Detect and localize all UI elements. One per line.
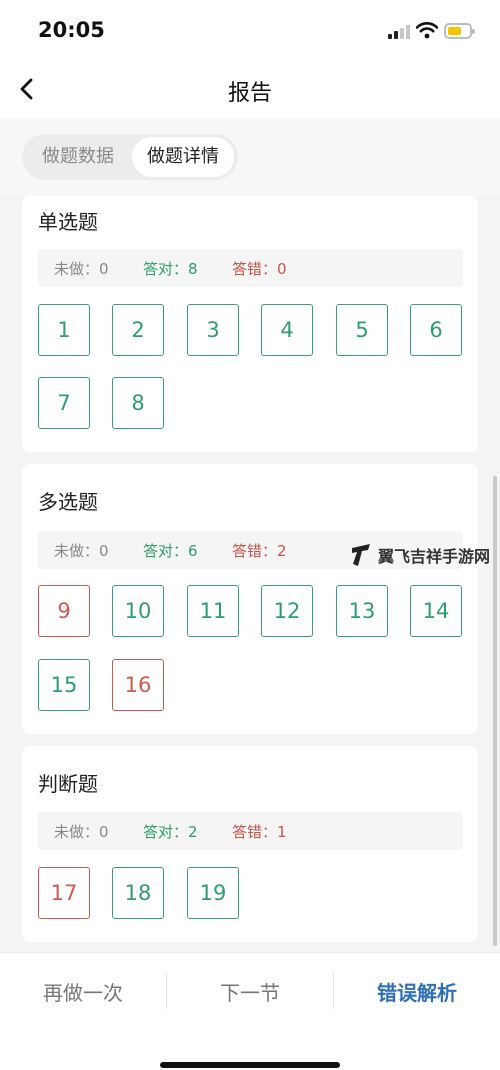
question-button[interactable]: 10 (112, 585, 164, 637)
question-button[interactable]: 9 (38, 585, 90, 637)
watermark-text: 翼飞吉祥手游网 (378, 547, 491, 566)
status-time: 20:05 (38, 18, 105, 42)
status-bar: 20:05 (0, 0, 500, 62)
battery-icon (444, 23, 475, 39)
section-stats: 未做：0 答对：8 答错：0 (38, 249, 463, 287)
wrong-count: 答错：0 (232, 260, 287, 278)
page-title: 报告 (227, 81, 272, 106)
question-button[interactable]: 6 (410, 304, 462, 356)
next-section-button[interactable]: 下一节 (167, 977, 333, 1006)
question-button[interactable]: 14 (410, 585, 462, 637)
cellular-signal-icon (388, 25, 410, 39)
question-button[interactable]: 16 (112, 659, 164, 711)
wrong-count: 答错：2 (232, 542, 287, 560)
undone-count: 未做：0 (54, 542, 109, 560)
redo-button[interactable]: 再做一次 (0, 977, 166, 1006)
undone-count: 未做：0 (54, 823, 109, 841)
question-button[interactable]: 12 (261, 585, 313, 637)
wrong-count: 答错：1 (232, 823, 287, 841)
section-card-true-false: 判断题 未做：0 答对：2 答错：1 17 18 19 (22, 746, 478, 942)
watermark: 翼飞吉祥手游网 (350, 540, 490, 570)
section-title: 单选题 (38, 210, 98, 234)
tabs-area: 做题数据 做题详情 (0, 118, 500, 196)
question-button[interactable]: 17 (38, 867, 90, 919)
question-button[interactable]: 1 (38, 304, 90, 356)
tab-practice-data[interactable]: 做题数据 (28, 137, 128, 177)
section-card-single-choice: 单选题 未做：0 答对：8 答错：0 1 2 3 4 5 6 7 8 (22, 196, 478, 452)
question-button[interactable]: 8 (112, 377, 164, 429)
wifi-icon (416, 22, 438, 39)
question-button[interactable]: 13 (336, 585, 388, 637)
segmented-control: 做题数据 做题详情 (22, 134, 238, 180)
question-button[interactable]: 18 (112, 867, 164, 919)
section-card-multiple-choice: 多选题 未做：0 答对：6 答错：2 9 10 11 12 13 14 15 1… (22, 464, 478, 734)
correct-count: 答对：2 (143, 823, 198, 841)
home-indicator (160, 1062, 340, 1068)
section-title: 判断题 (38, 772, 98, 796)
question-button[interactable]: 11 (187, 585, 239, 637)
correct-count: 答对：6 (143, 542, 198, 560)
tab-practice-details[interactable]: 做题详情 (132, 137, 234, 177)
question-button[interactable]: 3 (187, 304, 239, 356)
scrollbar[interactable] (493, 476, 497, 946)
nav-bar: 报告 (0, 62, 500, 118)
question-button[interactable]: 5 (336, 304, 388, 356)
error-analysis-button[interactable]: 错误解析 (334, 977, 500, 1006)
watermark-logo-icon (352, 544, 370, 566)
question-button[interactable]: 4 (261, 304, 313, 356)
question-button[interactable]: 15 (38, 659, 90, 711)
bottom-action-bar: 再做一次 下一节 错误解析 (0, 952, 500, 1070)
undone-count: 未做：0 (54, 260, 109, 278)
section-stats: 未做：0 答对：2 答错：1 (38, 812, 463, 850)
section-title: 多选题 (38, 490, 98, 514)
question-button[interactable]: 19 (187, 867, 239, 919)
correct-count: 答对：8 (143, 260, 198, 278)
question-button[interactable]: 7 (38, 377, 90, 429)
question-button[interactable]: 2 (112, 304, 164, 356)
